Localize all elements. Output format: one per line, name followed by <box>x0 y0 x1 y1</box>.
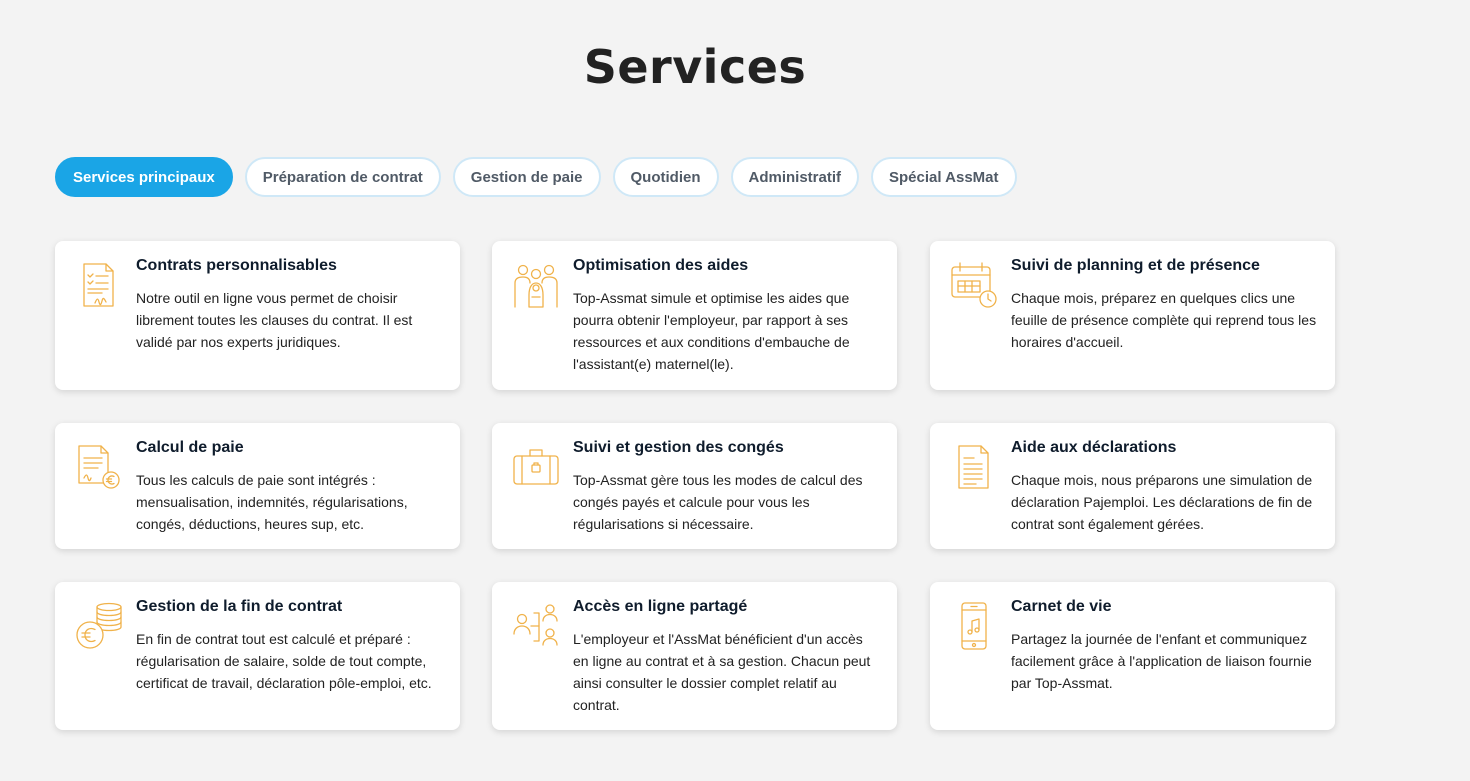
service-title: Contrats personnalisables <box>136 257 337 274</box>
contract-document-icon <box>75 261 123 309</box>
calendar-clock-icon <box>950 261 998 309</box>
family-icon <box>512 261 560 309</box>
tab-quotidien[interactable]: Quotidien <box>612 157 719 197</box>
service-card-conges: Suivi et gestion des congés Top-Assmat g… <box>492 423 897 549</box>
service-card-aides: Optimisation des aides Top-Assmat simule… <box>492 241 897 390</box>
smartphone-music-icon <box>950 602 998 650</box>
service-title: Aide aux déclarations <box>1011 439 1177 456</box>
service-title: Optimisation des aides <box>573 257 749 274</box>
tab-services-principaux[interactable]: Services principaux <box>55 157 233 197</box>
service-title: Carnet de vie <box>1011 598 1112 615</box>
service-tabs: Services principaux Préparation de contr… <box>55 157 1017 197</box>
tab-gestion-paie[interactable]: Gestion de paie <box>452 157 601 197</box>
service-description: Partagez la journée de l'enfant et commu… <box>1011 631 1312 691</box>
suitcase-icon <box>512 443 560 491</box>
coins-euro-icon <box>75 602 123 650</box>
service-description: Chaque mois, nous préparons une simulati… <box>1011 472 1313 532</box>
service-description: Notre outil en ligne vous permet de choi… <box>136 290 413 350</box>
service-description: Chaque mois, préparez en quelques clics … <box>1011 290 1317 350</box>
service-card-acces-partage: Accès en ligne partagé L'employeur et l'… <box>492 582 897 730</box>
service-card-carnet-vie: Carnet de vie Partagez la journée de l'e… <box>930 582 1335 730</box>
service-description: Tous les calculs de paie sont intégrés :… <box>136 472 408 532</box>
payslip-euro-icon <box>75 443 123 491</box>
service-description: En fin de contrat tout est calculé et pr… <box>136 631 432 691</box>
page-title: Services <box>583 40 807 94</box>
service-card-paie: Calcul de paie Tous les calculs de paie … <box>55 423 460 549</box>
service-card-planning: Suivi de planning et de présence Chaque … <box>930 241 1335 390</box>
service-description: L'employeur et l'AssMat bénéficient d'un… <box>573 631 871 713</box>
service-description: Top-Assmat gère tous les modes de calcul… <box>573 472 863 532</box>
tab-preparation-contrat[interactable]: Préparation de contrat <box>244 157 441 197</box>
tab-administratif[interactable]: Administratif <box>730 157 860 197</box>
tab-special-assmat[interactable]: Spécial AssMat <box>871 157 1017 197</box>
service-description: Top-Assmat simule et optimise les aides … <box>573 290 850 372</box>
service-title: Calcul de paie <box>136 439 244 456</box>
service-title: Suivi et gestion des congés <box>573 439 784 456</box>
service-title: Accès en ligne partagé <box>573 598 748 615</box>
service-card-fin-contrat: Gestion de la fin de contrat En fin de c… <box>55 582 460 730</box>
declaration-document-icon <box>950 443 998 491</box>
shared-users-icon <box>512 602 560 650</box>
service-title: Gestion de la fin de contrat <box>136 598 343 615</box>
service-card-declarations: Aide aux déclarations Chaque mois, nous … <box>930 423 1335 549</box>
service-card-contrats: Contrats personnalisables Notre outil en… <box>55 241 460 390</box>
service-title: Suivi de planning et de présence <box>1011 257 1260 274</box>
